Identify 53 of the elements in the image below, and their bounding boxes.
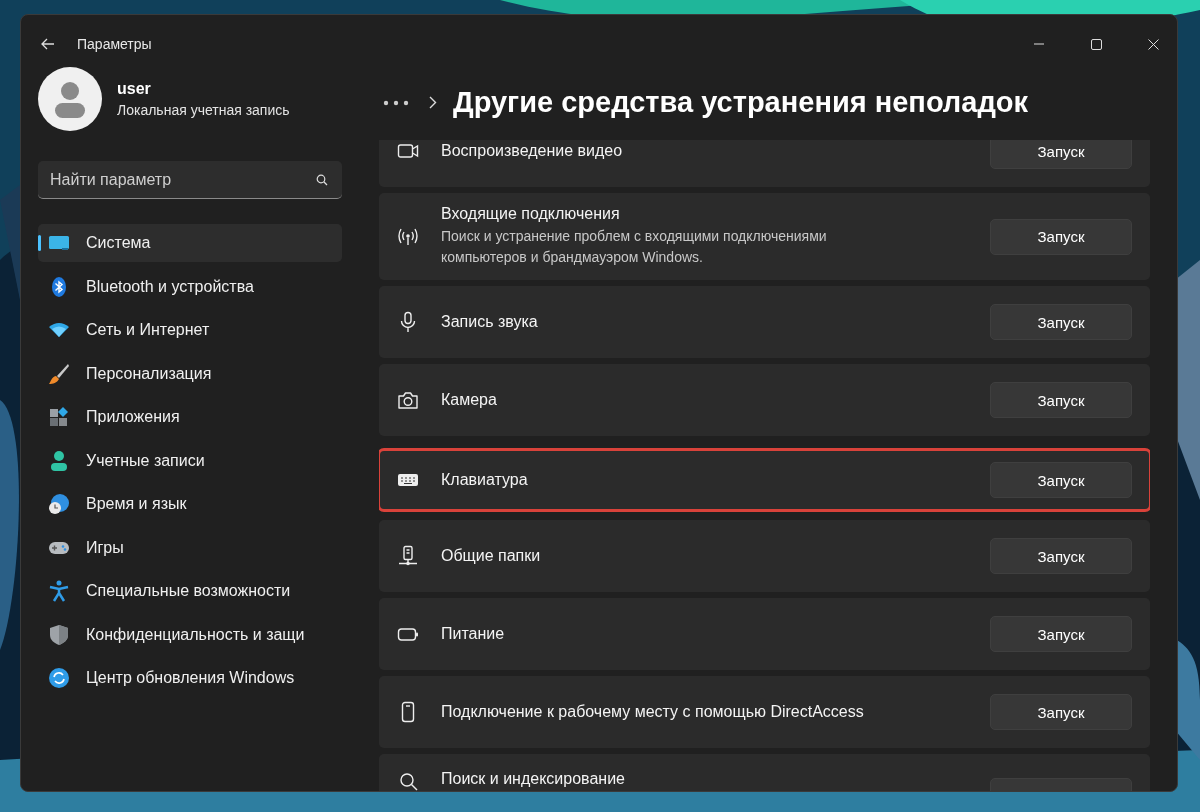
apps-icon xyxy=(48,406,70,428)
troubleshooter-title: Поиск и индексирование xyxy=(441,770,626,788)
run-button[interactable]: Запуск xyxy=(990,694,1132,730)
nav-item[interactable]: Игры xyxy=(38,528,342,567)
search-icon xyxy=(316,174,328,186)
nav-item[interactable]: Конфиденциальность и защи xyxy=(38,615,342,654)
account-type: Локальная учетная запись xyxy=(117,102,290,118)
avatar-icon xyxy=(38,67,102,131)
nav-item[interactable]: Время и язык xyxy=(38,485,342,523)
nav-item[interactable]: Специальные возможности xyxy=(38,572,342,610)
nav-item[interactable]: Система xyxy=(38,224,342,262)
minimize-icon[interactable] xyxy=(1033,43,1045,45)
troubleshooter-title: Входящие подключения xyxy=(441,205,621,223)
nav-item[interactable]: Учетные записи xyxy=(38,441,342,480)
shield-icon xyxy=(48,623,70,646)
maximize-icon[interactable] xyxy=(1091,38,1102,50)
brush-icon xyxy=(48,362,70,385)
run-button[interactable]: Запуск xyxy=(990,538,1132,574)
back-arrow-icon[interactable] xyxy=(41,38,55,50)
troubleshooter-title: Подключение к рабочему месту с помощью DirectAccess xyxy=(441,703,865,721)
network-drive-icon xyxy=(397,545,419,567)
troubleshooter-title: Питание xyxy=(441,625,506,643)
search-icon xyxy=(397,770,419,791)
window-title: Параметры xyxy=(77,36,152,52)
nav-item[interactable]: Сеть и Интернет xyxy=(38,311,342,349)
camera-icon xyxy=(397,389,419,411)
refresh-icon xyxy=(48,667,70,689)
search-field[interactable]: Найти параметр xyxy=(38,161,342,199)
nav-item[interactable]: Bluetooth и устройства xyxy=(38,267,342,306)
more-icon[interactable] xyxy=(383,99,409,106)
run-button[interactable]: Запуск xyxy=(990,382,1132,418)
run-button[interactable]: Запуск xyxy=(990,218,1132,255)
troubleshooter-title: Общие папки xyxy=(441,547,542,565)
troubleshooter-title: Камера xyxy=(441,391,498,409)
accessibility-icon xyxy=(48,580,70,602)
troubleshooter-title: Воспроизведение видео xyxy=(441,142,624,160)
run-button[interactable]: Запуск xyxy=(990,462,1132,498)
close-icon[interactable] xyxy=(1148,38,1159,50)
run-button[interactable]: Запуск xyxy=(990,140,1132,169)
user-name: user xyxy=(117,80,152,98)
page-title: Другие средства устранения неполадок xyxy=(453,86,1029,119)
troubleshooter-title: Запись звука xyxy=(441,313,539,331)
person-icon xyxy=(48,449,70,472)
run-button[interactable]: Запуск xyxy=(990,616,1132,652)
run-button[interactable]: Запуск xyxy=(990,304,1132,340)
chevron-right-icon xyxy=(429,96,437,109)
globe-clock-icon xyxy=(48,493,70,515)
nav-item[interactable]: Приложения xyxy=(38,398,342,436)
troubleshooter-description: Поиск и устранение проблем с входящими подключениями компьютеров и брандмауэром Windows. xyxy=(441,227,828,267)
nav-item[interactable]: Персонализация xyxy=(38,354,342,393)
troubleshooter-title: Клавиатура xyxy=(441,471,529,489)
selection-indicator xyxy=(38,235,41,251)
nav-item[interactable]: Центр обновления Windows xyxy=(38,659,342,697)
